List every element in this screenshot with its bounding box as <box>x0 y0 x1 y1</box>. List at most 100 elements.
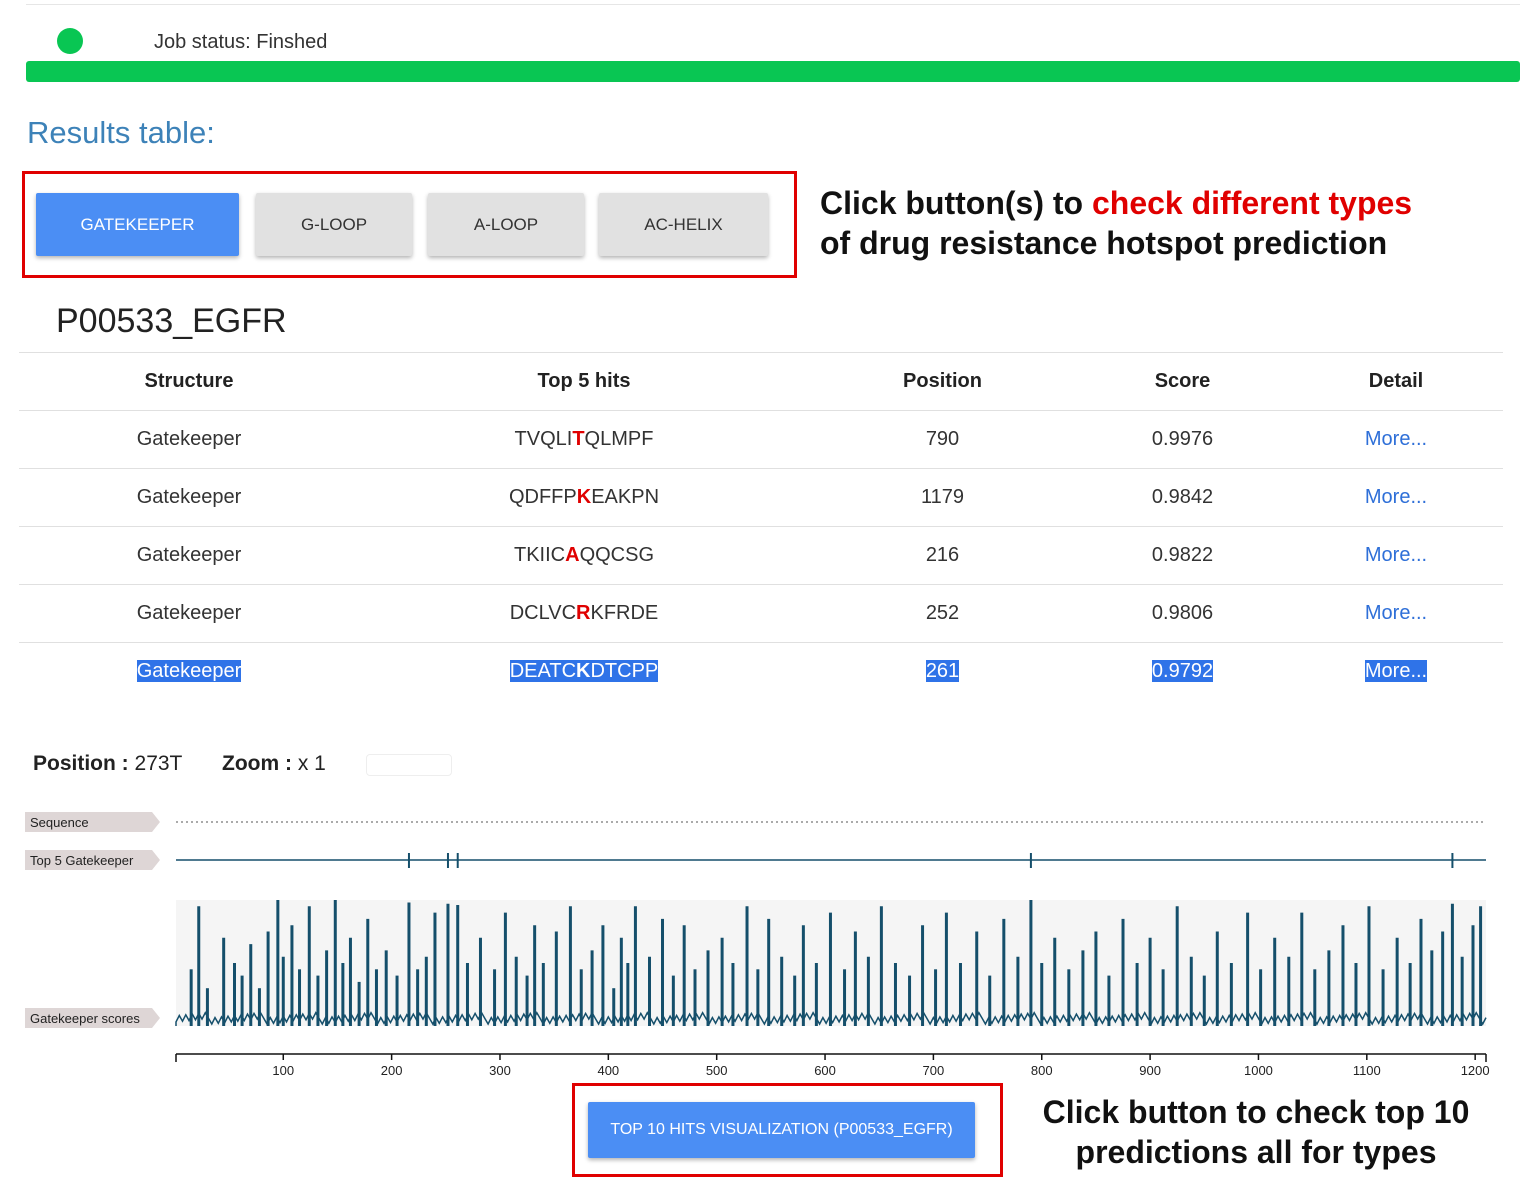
cell-score: 0.9976 <box>1076 410 1289 469</box>
job-status-text: Job status: Finshed <box>154 31 328 53</box>
cell-position: 1179 <box>809 468 1076 527</box>
cell-hit: TVQLITQLMPF <box>359 410 809 469</box>
hit-suffix: KFRDE <box>590 602 659 624</box>
header-top-hits: Top 5 hits <box>359 352 809 411</box>
more-link[interactable]: More... <box>1365 428 1427 450</box>
hit-prefix: TVQLI <box>514 428 573 450</box>
selected-text: More... <box>1364 660 1428 682</box>
top-divider <box>26 4 1520 5</box>
cell-detail: More... <box>1289 584 1503 643</box>
top-10-hits-visualization-button[interactable]: TOP 10 HITS VISUALIZATION (P00533_EGFR) <box>588 1102 975 1158</box>
axis-tick-label: 400 <box>597 1063 619 1078</box>
axis-tick-label: 900 <box>1139 1063 1161 1078</box>
table-row: Gatekeeper QDFFPKEAKPN 1179 0.9842 More.… <box>19 468 1503 527</box>
selected-text: 0.9792 <box>1151 660 1214 682</box>
zoom-label: Zoom : <box>222 752 292 775</box>
tabs-callout-highlight: check different types <box>1091 185 1413 221</box>
cell-score: 0.9792 <box>1076 643 1289 701</box>
status-indicator-icon <box>57 28 83 54</box>
cell-position: 216 <box>809 526 1076 585</box>
axis-tick-label: 300 <box>489 1063 511 1078</box>
hit-suffix: DTCPP <box>590 660 659 682</box>
cell-position: 790 <box>809 410 1076 469</box>
track-label: Gatekeeper scores <box>30 1011 140 1026</box>
results-table: Structure Top 5 hits Position Score Deta… <box>19 352 1503 700</box>
cell-hit: DCLVCRKFRDE <box>359 584 809 643</box>
cell-score: 0.9822 <box>1076 526 1289 585</box>
tabs-callout-line2: of drug resistance hotspot prediction <box>820 225 1388 261</box>
more-link[interactable]: More... <box>1365 486 1427 508</box>
cell-hit: DEATCKDTCPP <box>359 643 809 701</box>
cell-position: 261 <box>809 643 1076 701</box>
cell-position: 252 <box>809 584 1076 643</box>
viz-callout-line1: Click button to check top 10 <box>1042 1094 1470 1130</box>
hit-residue: K <box>576 660 591 682</box>
hit-prefix: DCLVC <box>509 602 577 624</box>
axis-tick-label: 1200 <box>1461 1063 1490 1078</box>
tabs-callout-pre: Click button(s) to <box>820 185 1092 221</box>
viz-callout-line2: predictions all for types <box>1075 1134 1437 1170</box>
hit-residue: K <box>576 486 592 508</box>
cell-score: 0.9806 <box>1076 584 1289 643</box>
position-readout: Position : 273T <box>33 752 182 776</box>
header-position: Position <box>809 352 1076 411</box>
cell-structure: Gatekeeper <box>19 526 359 585</box>
axis-tick-label: 1000 <box>1244 1063 1273 1078</box>
track-label: Sequence <box>30 815 89 830</box>
hit-residue: A <box>565 544 580 566</box>
table-row: Gatekeeper TVQLITQLMPF 790 0.9976 More..… <box>19 410 1503 469</box>
table-row: Gatekeeper DCLVCRKFRDE 252 0.9806 More..… <box>19 584 1503 643</box>
job-progress-bar <box>26 61 1520 82</box>
selected-text: DEATCKDTCPP <box>509 660 659 682</box>
more-link[interactable]: More... <box>1365 660 1427 682</box>
table-row-selected: Gatekeeper DEATCKDTCPP 261 0.9792 More..… <box>19 643 1503 701</box>
cell-detail: More... <box>1289 468 1503 527</box>
zoom-slider[interactable] <box>366 754 452 776</box>
cell-hit: TKIICAQQCSG <box>359 526 809 585</box>
hit-suffix: EAKPN <box>591 486 660 508</box>
hit-residue: T <box>572 428 585 450</box>
viz-callout: Click button to check top 10 predictions… <box>1018 1092 1494 1172</box>
axis-tick-label: 600 <box>814 1063 836 1078</box>
axis-tick-label: 100 <box>272 1063 294 1078</box>
hit-prefix: QDFFP <box>508 486 577 508</box>
tab-g-loop[interactable]: G-LOOP <box>256 193 412 256</box>
cell-hit: QDFFPKEAKPN <box>359 468 809 527</box>
cell-detail: More... <box>1289 643 1503 701</box>
results-title: Results table: <box>27 115 215 150</box>
hit-prefix: TKIIC <box>513 544 566 566</box>
cell-detail: More... <box>1289 526 1503 585</box>
protein-title: P00533_EGFR <box>56 302 287 340</box>
cell-score: 0.9842 <box>1076 468 1289 527</box>
hit-suffix: QQCSG <box>579 544 655 566</box>
cell-structure: Gatekeeper <box>19 410 359 469</box>
tab-ac-helix[interactable]: AC-HELIX <box>599 193 768 256</box>
tab-gatekeeper[interactable]: GATEKEEPER <box>36 193 239 256</box>
header-score: Score <box>1076 352 1289 411</box>
axis-tick-label: 200 <box>381 1063 403 1078</box>
table-header-row: Structure Top 5 hits Position Score Deta… <box>19 352 1503 411</box>
axis-tick-label: 700 <box>923 1063 945 1078</box>
cell-structure: Gatekeeper <box>19 468 359 527</box>
hit-residue: R <box>576 602 591 624</box>
tab-a-loop[interactable]: A-LOOP <box>428 193 584 256</box>
track-label: Top 5 Gatekeeper <box>30 853 134 868</box>
cell-structure: Gatekeeper <box>19 643 359 701</box>
feature-viewer: Sequence Top 5 Gatekeeper Gatekeeper score… <box>20 800 1510 1090</box>
header-structure: Structure <box>19 352 359 411</box>
axis-tick-label: 500 <box>706 1063 728 1078</box>
hit-suffix: QLMPF <box>584 428 654 450</box>
table-row: Gatekeeper TKIICAQQCSG 216 0.9822 More..… <box>19 526 1503 585</box>
axis-tick-label: 800 <box>1031 1063 1053 1078</box>
more-link[interactable]: More... <box>1365 602 1427 624</box>
selected-text: Gatekeeper <box>136 660 242 682</box>
position-value: 273T <box>134 752 183 775</box>
zoom-value: x 1 <box>297 752 326 775</box>
hit-prefix: DEATC <box>509 660 577 682</box>
more-link[interactable]: More... <box>1365 544 1427 566</box>
feature-viewer-svg: Sequence Top 5 Gatekeeper Gatekeeper score… <box>25 812 1490 1078</box>
cell-structure: Gatekeeper <box>19 584 359 643</box>
axis-tick-label: 1100 <box>1353 1063 1381 1078</box>
position-label: Position : <box>33 752 129 775</box>
cell-detail: More... <box>1289 410 1503 469</box>
